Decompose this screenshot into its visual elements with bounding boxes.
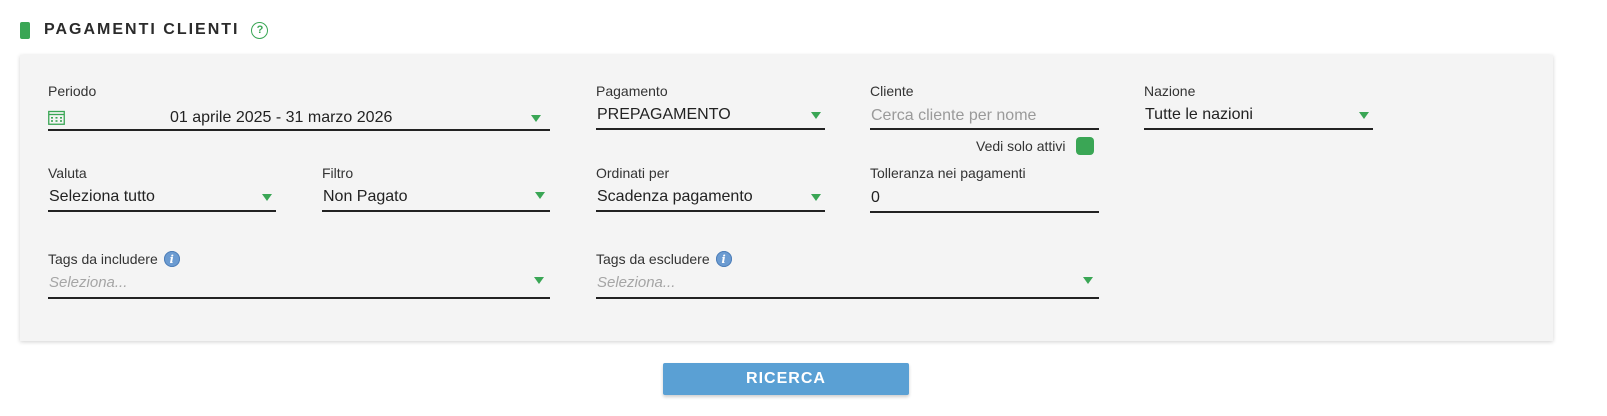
periodo-label: Periodo [48, 83, 97, 99]
pagamento-label: Pagamento [596, 83, 668, 99]
chevron-down-icon [1083, 277, 1093, 284]
filtro-value: Non Pagato [323, 188, 408, 205]
tags-escludere-label: Tags da escludere i [596, 251, 732, 267]
vedi-solo-attivi-toggle[interactable]: Vedi solo attivi [976, 137, 1094, 155]
header-accent-bar [20, 21, 30, 39]
tolleranza-value: 0 [871, 189, 880, 206]
page-header: PAGAMENTI CLIENTI ? [20, 18, 269, 42]
valuta-label: Valuta [48, 165, 87, 181]
chevron-down-icon [531, 115, 541, 122]
ordinati-per-value: Scadenza pagamento [597, 188, 753, 205]
ordinati-per-select[interactable]: Ordinati per Scadenza pagamento [596, 165, 825, 215]
chevron-down-icon [811, 194, 821, 201]
nazione-value: Tutte le nazioni [1145, 106, 1253, 123]
calendar-icon [48, 110, 65, 125]
cliente-search-input[interactable]: Cliente Cerca cliente per nome [870, 83, 1099, 133]
chevron-down-icon [535, 192, 545, 199]
tags-includere-label: Tags da includere i [48, 251, 180, 267]
tags-includere-select[interactable]: Tags da includere i Seleziona... [48, 251, 550, 301]
vedi-solo-attivi-checkbox[interactable] [1075, 137, 1094, 155]
vedi-solo-attivi-label: Vedi solo attivi [976, 138, 1066, 154]
ricerca-button[interactable]: RICERCA [663, 363, 909, 395]
filter-panel: Periodo 01 aprile 2025 - 31 marzo 2026 P… [20, 55, 1553, 341]
chevron-down-icon [811, 112, 821, 119]
filtro-label: Filtro [322, 165, 354, 181]
page-title: PAGAMENTI CLIENTI [44, 21, 240, 38]
tags-escludere-placeholder: Seleziona... [597, 274, 676, 291]
chevron-down-icon [534, 277, 544, 284]
periodo-field[interactable]: Periodo 01 aprile 2025 - 31 marzo 2026 [48, 83, 550, 133]
chevron-down-icon [1359, 112, 1369, 119]
periodo-value: 01 aprile 2025 - 31 marzo 2026 [170, 109, 393, 126]
tolleranza-input[interactable]: Tolleranza nei pagamenti 0 [870, 165, 1099, 215]
cliente-label: Cliente [870, 83, 914, 99]
nazione-select[interactable]: Nazione Tutte le nazioni [1144, 83, 1373, 133]
filtro-select[interactable]: Filtro Non Pagato [322, 165, 550, 215]
valuta-value: Seleziona tutto [49, 188, 155, 205]
pagamento-select[interactable]: Pagamento PREPAGAMENTO [596, 83, 825, 133]
help-icon[interactable]: ? [251, 21, 269, 39]
tolleranza-label: Tolleranza nei pagamenti [870, 165, 1026, 181]
info-icon[interactable]: i [715, 251, 732, 267]
valuta-select[interactable]: Valuta Seleziona tutto [48, 165, 276, 215]
pagamento-value: PREPAGAMENTO [597, 106, 731, 123]
tags-includere-placeholder: Seleziona... [49, 274, 128, 291]
tags-escludere-select[interactable]: Tags da escludere i Seleziona... [596, 251, 1099, 301]
nazione-label: Nazione [1144, 83, 1196, 99]
info-icon[interactable]: i [163, 251, 180, 267]
cliente-placeholder: Cerca cliente per nome [871, 107, 1037, 124]
ordinati-per-label: Ordinati per [596, 165, 670, 181]
chevron-down-icon [262, 194, 272, 201]
